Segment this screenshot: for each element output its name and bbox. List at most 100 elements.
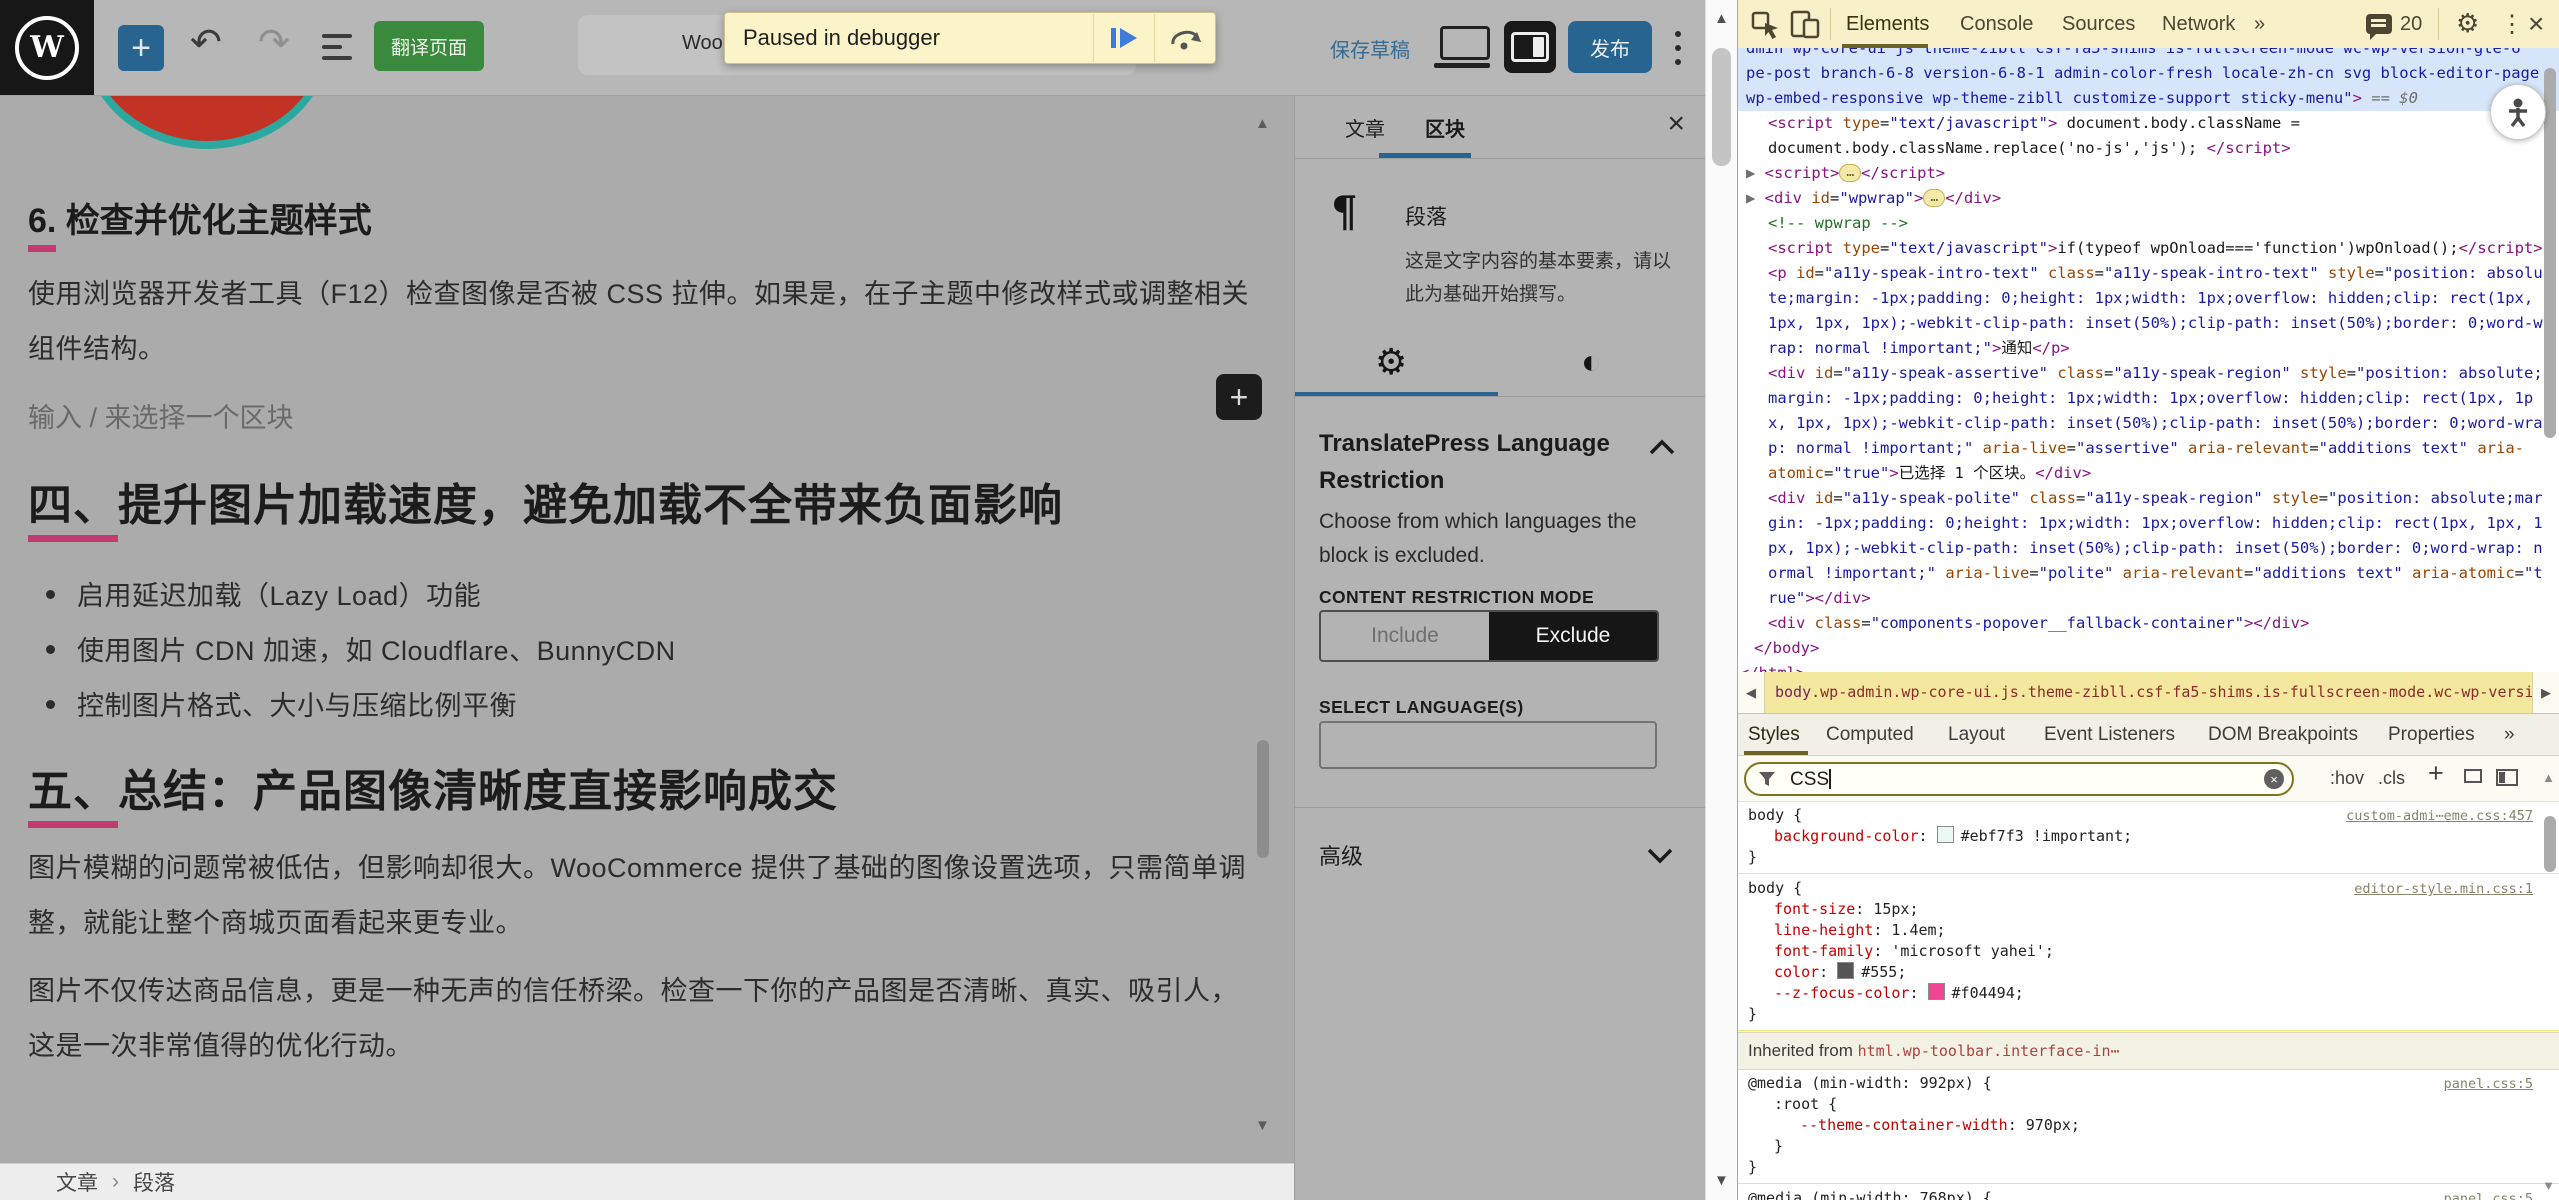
dom-tree-line[interactable]: p: normal !important;" aria-live="assert… xyxy=(1738,436,2559,461)
tab-properties[interactable]: Properties xyxy=(2388,724,2475,746)
publish-button[interactable]: 发布 xyxy=(1568,21,1652,73)
stylesheet-source-link[interactable]: panel.css:5 xyxy=(2444,1074,2533,1095)
element-classes-button[interactable]: .cls xyxy=(2378,768,2405,789)
css-rule[interactable]: panel.css:5@media (min-width: 768px) { xyxy=(1738,1185,2559,1200)
exclude-option[interactable]: Exclude xyxy=(1489,612,1657,660)
dom-tree-line[interactable]: ▶ <script>…</script> xyxy=(1738,161,2559,186)
heading-section-five[interactable]: 五、总结：产品图像清晰度直接影响成交 xyxy=(28,755,838,819)
dom-tree-line[interactable]: ▶ <div id="wpwrap">…</div> xyxy=(1738,186,2559,211)
tab-post[interactable]: 文章 xyxy=(1345,113,1385,142)
rendering-emulation-icon[interactable] xyxy=(2464,769,2482,783)
dom-tree-line[interactable]: <div id="a11y-speak-polite" class="a11y-… xyxy=(1738,486,2559,511)
clear-filter-icon[interactable]: × xyxy=(2264,769,2284,789)
scroll-down-icon[interactable]: ▼ xyxy=(1255,1117,1270,1134)
undo-icon[interactable]: ↶ xyxy=(190,20,222,65)
dom-tree-line[interactable]: <script type="text/javascript"> document… xyxy=(1738,111,2559,136)
gear-icon[interactable]: ⚙ xyxy=(1375,341,1407,383)
list-view-icon[interactable] xyxy=(322,34,352,67)
bullet-item[interactable]: 使用图片 CDN 加速，如 Cloudflare、BunnyCDN xyxy=(46,624,676,679)
paragraph-summary-2[interactable]: 图片不仅传达商品信息，更是一种无声的信任桥梁。检查一下你的产品图是否清晰、真实、… xyxy=(28,964,1252,1074)
dom-tree-line[interactable]: ormal !important;" aria-live="polite" ar… xyxy=(1738,561,2559,586)
accessibility-overlay-button[interactable] xyxy=(2490,84,2546,140)
styles-scroll-down-icon[interactable]: ▼ xyxy=(2542,1178,2555,1193)
empty-block-placeholder[interactable]: 输入 / 来选择一个区块 xyxy=(28,391,294,446)
dom-tree-line[interactable]: document.body.className.replace('no-js',… xyxy=(1738,136,2559,161)
scrollbar-thumb[interactable] xyxy=(1257,740,1269,858)
dom-tree-line[interactable]: <div class="components-popover__fallback… xyxy=(1738,611,2559,636)
tab-styles[interactable]: Styles xyxy=(1748,724,1800,746)
tab-computed[interactable]: Computed xyxy=(1826,724,1914,746)
dom-tree-line[interactable]: <p id="a11y-speak-intro-text" class="a11… xyxy=(1738,261,2559,286)
stylesheet-source-link[interactable]: custom-admi⋯eme.css:457 xyxy=(2346,806,2533,827)
tab-sources[interactable]: Sources xyxy=(2062,13,2135,36)
paragraph-devtools-check[interactable]: 使用浏览器开发者工具（F12）检查图像是否被 CSS 拉伸。如果是，在子主题中修… xyxy=(28,267,1252,377)
dom-tree-line[interactable]: <script type="text/javascript">if(typeof… xyxy=(1738,236,2559,261)
heading-section-four[interactable]: 四、提升图片加载速度，避免加载不全带来负面影响 xyxy=(28,469,1063,533)
paragraph-summary-1[interactable]: 图片模糊的问题常被低估，但影响却很大。WooCommerce 提供了基础的图像设… xyxy=(28,841,1252,951)
elements-scrollbar-thumb[interactable] xyxy=(2544,68,2556,438)
dom-tree-line[interactable]: atomic="true">已选择 1 个区块。</div> xyxy=(1738,461,2559,486)
css-rule[interactable]: panel.css:5@media (min-width: 992px) {:r… xyxy=(1738,1070,2559,1182)
include-option[interactable]: Include xyxy=(1321,612,1489,660)
devtools-close-icon[interactable]: × xyxy=(2528,8,2544,40)
chevron-up-icon[interactable] xyxy=(1649,439,1675,456)
tab-network[interactable]: Network xyxy=(2162,13,2235,36)
breadcrumb-next-icon[interactable]: ▶ xyxy=(2532,672,2559,713)
css-rule[interactable]: custom-admi⋯eme.css:457body {background-… xyxy=(1738,802,2559,872)
dom-tree-line[interactable]: te;margin: -1px;padding: 0;height: 1px;w… xyxy=(1738,286,2559,311)
page-scrollbar[interactable]: ▲ ▼ xyxy=(1705,0,1737,1200)
preview-icon[interactable] xyxy=(1440,26,1490,68)
language-select-input[interactable] xyxy=(1319,721,1657,769)
dom-tree-line[interactable]: <div id="a11y-speak-assertive" class="a1… xyxy=(1738,361,2559,386)
toggle-element-state-button[interactable]: :hov xyxy=(2330,768,2364,789)
dom-tree-line[interactable]: margin: -1px;padding: 0;height: 1px;widt… xyxy=(1738,386,2559,411)
advanced-section-label[interactable]: 高级 xyxy=(1319,839,1363,871)
scrollbar-thumb[interactable] xyxy=(1712,48,1731,166)
step-over-button[interactable] xyxy=(1154,14,1215,62)
redo-icon[interactable]: ↷ xyxy=(258,20,290,65)
tab-event-listeners[interactable]: Event Listeners xyxy=(2044,724,2175,746)
translate-page-button[interactable]: 翻译页面 xyxy=(374,21,484,71)
dom-tree-line[interactable]: </body> xyxy=(1738,636,2559,661)
styles-scrollbar-thumb[interactable] xyxy=(2544,816,2556,872)
dom-tree-line[interactable]: </html> xyxy=(1738,661,2559,672)
tab-dom-breakpoints[interactable]: DOM Breakpoints xyxy=(2208,724,2358,746)
dom-tree-line[interactable]: px, 1px);-webkit-clip-path: inset(50%);c… xyxy=(1738,536,2559,561)
tab-block[interactable]: 区块 xyxy=(1425,113,1465,142)
new-style-rule-icon[interactable]: + xyxy=(2428,758,2444,789)
more-tabs-icon[interactable]: » xyxy=(2504,724,2515,746)
tab-console[interactable]: Console xyxy=(1960,13,2033,36)
dom-tree-line[interactable]: dmin wp-core-ui js theme-zibll csf-fa5-s… xyxy=(1738,48,2559,61)
settings-sidebar-toggle[interactable] xyxy=(1504,21,1556,73)
stylesheet-source-link[interactable]: panel.css:5 xyxy=(2444,1189,2533,1200)
editor-scrollbar[interactable]: ▲ ▼ xyxy=(1250,95,1276,1163)
translatepress-panel-title[interactable]: TranslatePress Language Restriction xyxy=(1319,425,1631,499)
save-draft-button[interactable]: 保存草稿 xyxy=(1330,34,1410,63)
block-inserter-button[interactable]: + xyxy=(118,25,164,71)
close-icon[interactable]: × xyxy=(1667,107,1685,141)
resume-script-button[interactable] xyxy=(1093,14,1154,62)
computed-sidebar-toggle-icon[interactable] xyxy=(2496,769,2518,786)
dom-tree-line[interactable]: rap: normal !important;">通知</p> xyxy=(1738,336,2559,361)
dom-tree-line[interactable]: pe-post branch-6-8 version-6-8-1 admin-c… xyxy=(1738,61,2559,86)
devtools-settings-gear-icon[interactable]: ⚙ xyxy=(2456,8,2479,39)
heading-check-theme-style[interactable]: 6. 检查并优化主题样式 xyxy=(28,193,372,242)
styles-contrast-icon[interactable]: ◐ xyxy=(1581,343,1602,382)
selected-element-breadcrumb[interactable]: body.wp-admin.wp-core-ui.js.theme-zibll.… xyxy=(1765,672,2532,713)
dom-tree-line[interactable]: 1px, 1px, 1px);-webkit-clip-path: inset(… xyxy=(1738,311,2559,336)
color-swatch[interactable] xyxy=(1928,983,1945,1000)
device-toolbar-icon[interactable] xyxy=(1790,9,1822,39)
breadcrumb-post[interactable]: 文章 xyxy=(56,1167,98,1197)
tab-layout[interactable]: Layout xyxy=(1948,724,2005,746)
bullet-item[interactable]: 控制图片格式、大小与压缩比例平衡 xyxy=(46,679,676,734)
scroll-up-icon[interactable]: ▲ xyxy=(1714,10,1729,27)
styles-scroll-up-icon[interactable]: ▲ xyxy=(2542,770,2555,785)
chevron-down-icon[interactable] xyxy=(1647,847,1673,864)
bullet-item[interactable]: 启用延迟加载（Lazy Load）功能 xyxy=(46,569,676,624)
issues-count[interactable]: 20 xyxy=(2400,13,2422,36)
breadcrumb-prev-icon[interactable]: ◀ xyxy=(1738,672,1765,713)
scroll-down-icon[interactable]: ▼ xyxy=(1714,1172,1729,1189)
dom-tree-line[interactable]: x, 1px, 1px);-webkit-clip-path: inset(50… xyxy=(1738,411,2559,436)
tab-elements[interactable]: Elements xyxy=(1846,13,1929,36)
dom-tree-line[interactable]: wp-embed-responsive wp-theme-zibll custo… xyxy=(1738,86,2559,111)
